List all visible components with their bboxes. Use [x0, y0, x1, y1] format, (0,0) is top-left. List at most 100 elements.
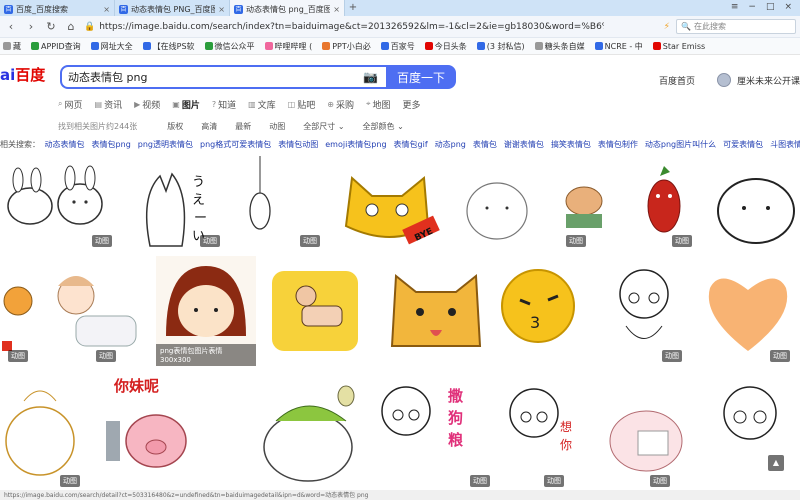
- filter-option[interactable]: 全部尺寸 ⌄: [303, 121, 344, 132]
- search-icon: ⌕: [58, 99, 63, 108]
- result-image-red-hair-girl[interactable]: png表情包图片表情 300x300: [156, 256, 256, 366]
- tab-category[interactable]: ⊕ 采购: [327, 97, 354, 111]
- bookmark-item[interactable]: 【在线PS软: [142, 41, 195, 52]
- menu-icon[interactable]: ≡: [731, 2, 739, 16]
- forward-icon[interactable]: ›: [24, 20, 38, 33]
- minimize-icon[interactable]: −: [748, 2, 756, 16]
- related-search-link[interactable]: 搞笑表情包: [551, 140, 591, 149]
- camera-icon[interactable]: 📷: [363, 70, 378, 84]
- bookmark-item[interactable]: APPID查询: [31, 41, 81, 52]
- close-icon[interactable]: ×: [333, 5, 340, 14]
- result-image-white-rabbit[interactable]: う え ー い 动图: [120, 156, 228, 251]
- filter-option[interactable]: 高清: [201, 121, 217, 132]
- result-image-yellow-bye[interactable]: BYE: [332, 156, 450, 251]
- baidu-logo[interactable]: ai百度: [0, 64, 45, 85]
- related-search-link[interactable]: 表情包: [473, 140, 497, 149]
- refresh-icon[interactable]: ↻: [44, 20, 58, 33]
- filter-option[interactable]: 最新: [235, 121, 251, 132]
- related-search-link[interactable]: 表情包gif: [394, 140, 428, 149]
- close-icon[interactable]: ×: [103, 5, 110, 14]
- yellow-cat-bye-image: BYE: [344, 175, 440, 245]
- bookmark-item[interactable]: 百家号: [380, 41, 415, 52]
- related-search-link[interactable]: emoji表情包png: [325, 140, 386, 149]
- back-to-top-button[interactable]: ▲: [768, 455, 784, 471]
- tab-category[interactable]: ◫ 贴吧: [288, 97, 316, 111]
- bookmark-favicon-icon: [476, 42, 485, 50]
- bookmark-item[interactable]: NCRE - 中: [594, 41, 643, 52]
- close-window-icon[interactable]: ×: [784, 2, 792, 16]
- browser-tab[interactable]: 百 百度_百度搜索 ×: [0, 0, 115, 16]
- result-image-rabbits[interactable]: 动图: [0, 156, 118, 251]
- result-image-girl-pillow[interactable]: 动图: [36, 256, 154, 366]
- tab-category[interactable]: ▤ 资讯: [95, 97, 123, 111]
- lightning-icon[interactable]: ⚡: [664, 22, 670, 32]
- result-image-pig[interactable]: 你妹呢: [100, 371, 200, 491]
- related-search-link[interactable]: 动态png图片叫什么: [645, 140, 716, 149]
- related-search-link[interactable]: 表情包制作: [598, 140, 638, 149]
- browser-tab-active[interactable]: 百 动态表情包 png_百度图 ×: [230, 0, 345, 16]
- home-link[interactable]: 百度首页: [659, 74, 695, 87]
- related-search-link[interactable]: 斗图表情包: [770, 140, 800, 149]
- bookmark-item[interactable]: (3 封私信): [476, 41, 525, 52]
- avatar[interactable]: [716, 73, 731, 87]
- related-search-link[interactable]: 谢谢表情包: [504, 140, 544, 149]
- result-image-mochi[interactable]: [452, 156, 542, 251]
- result-image-grandma[interactable]: 动图: [596, 256, 694, 366]
- bookmark-item[interactable]: 藏: [3, 41, 21, 52]
- bookmark-item[interactable]: Star Emiss: [652, 42, 705, 51]
- tab-category[interactable]: ⌖ 地图: [366, 97, 391, 111]
- back-icon[interactable]: ‹: [4, 20, 18, 33]
- home-icon[interactable]: ⌂: [64, 20, 78, 33]
- bookmark-item[interactable]: 今日头条: [424, 41, 467, 52]
- tab-category[interactable]: ? 知道: [212, 97, 236, 111]
- result-image-pink-bun[interactable]: 动图: [598, 371, 696, 491]
- related-search-link[interactable]: 动态表情包: [45, 140, 85, 149]
- search-input[interactable]: 动态表情包 png 📷: [60, 65, 386, 89]
- tab-label: 采购: [335, 100, 354, 111]
- result-image-grandma-2[interactable]: [700, 371, 800, 491]
- search-button[interactable]: 百度一下: [386, 65, 456, 89]
- related-search-link[interactable]: 表情包png: [92, 140, 131, 149]
- result-image-green-bun[interactable]: [246, 371, 376, 491]
- tab-category[interactable]: ▥ 文库: [248, 97, 276, 111]
- result-image-orange-cat[interactable]: [382, 256, 490, 366]
- man-on-yellow-image: [272, 271, 358, 351]
- related-search-link[interactable]: 可爱表情包: [723, 140, 763, 149]
- result-image-red-date[interactable]: 动图: [626, 156, 704, 251]
- filter-option[interactable]: 动图: [269, 121, 285, 132]
- result-image-heart[interactable]: 动图: [696, 256, 800, 366]
- tab-category[interactable]: 更多: [403, 97, 421, 111]
- related-search-link[interactable]: 动态png: [435, 140, 466, 149]
- kiss-emoji-image: 3: [501, 269, 575, 343]
- browser-tab[interactable]: 百 动态表情包 PNG_百度图 ×: [115, 0, 230, 16]
- bookmark-item[interactable]: 哔哩哔哩 (: [264, 41, 312, 52]
- tab-category[interactable]: ⌕ 网页: [58, 97, 83, 111]
- result-image-grandma-miss[interactable]: 想 你 动图: [498, 371, 596, 491]
- tab-category[interactable]: ▶ 视频: [134, 97, 160, 111]
- result-image-dumpling[interactable]: 动图: [0, 371, 98, 491]
- filter-option[interactable]: 全部颜色 ⌄: [363, 121, 404, 132]
- bookmark-item[interactable]: 糖头条自媒: [534, 41, 585, 52]
- result-image-white-blob[interactable]: [706, 156, 800, 251]
- related-search-link[interactable]: 表情包动图: [278, 140, 318, 149]
- result-image-bread[interactable]: 动图: [544, 156, 624, 251]
- result-image-small-orange[interactable]: 动图: [0, 256, 34, 366]
- tab-category[interactable]: ▣ 图片: [172, 97, 200, 111]
- bookmark-item[interactable]: PPT小白必: [322, 41, 371, 52]
- result-image-yellow-man[interactable]: [266, 256, 364, 366]
- bookmark-item[interactable]: 网址大全: [90, 41, 133, 52]
- bookmark-item[interactable]: 微信公众平: [204, 41, 255, 52]
- image-hover-overlay[interactable]: png表情包图片表情 300x300: [156, 344, 256, 366]
- related-search-link[interactable]: png格式可爱表情包: [200, 140, 271, 149]
- result-image-hanging[interactable]: 动图: [230, 156, 330, 251]
- result-image-kiss-emoji[interactable]: 3: [496, 256, 582, 366]
- username[interactable]: 厘米未来公开课: [737, 74, 800, 87]
- url-field[interactable]: 🔒 https://image.baidu.com/search/index?t…: [84, 19, 604, 35]
- filter-option[interactable]: 版权: [167, 121, 183, 132]
- related-search-link[interactable]: png透明表情包: [138, 140, 193, 149]
- browser-search-field[interactable]: 🔍 在此搜索: [676, 19, 796, 34]
- new-tab-button[interactable]: +: [345, 0, 361, 16]
- close-icon[interactable]: ×: [218, 5, 225, 14]
- result-image-grandma-dog[interactable]: 撒 狗 粮 动图: [376, 371, 496, 491]
- maximize-icon[interactable]: □: [766, 2, 775, 16]
